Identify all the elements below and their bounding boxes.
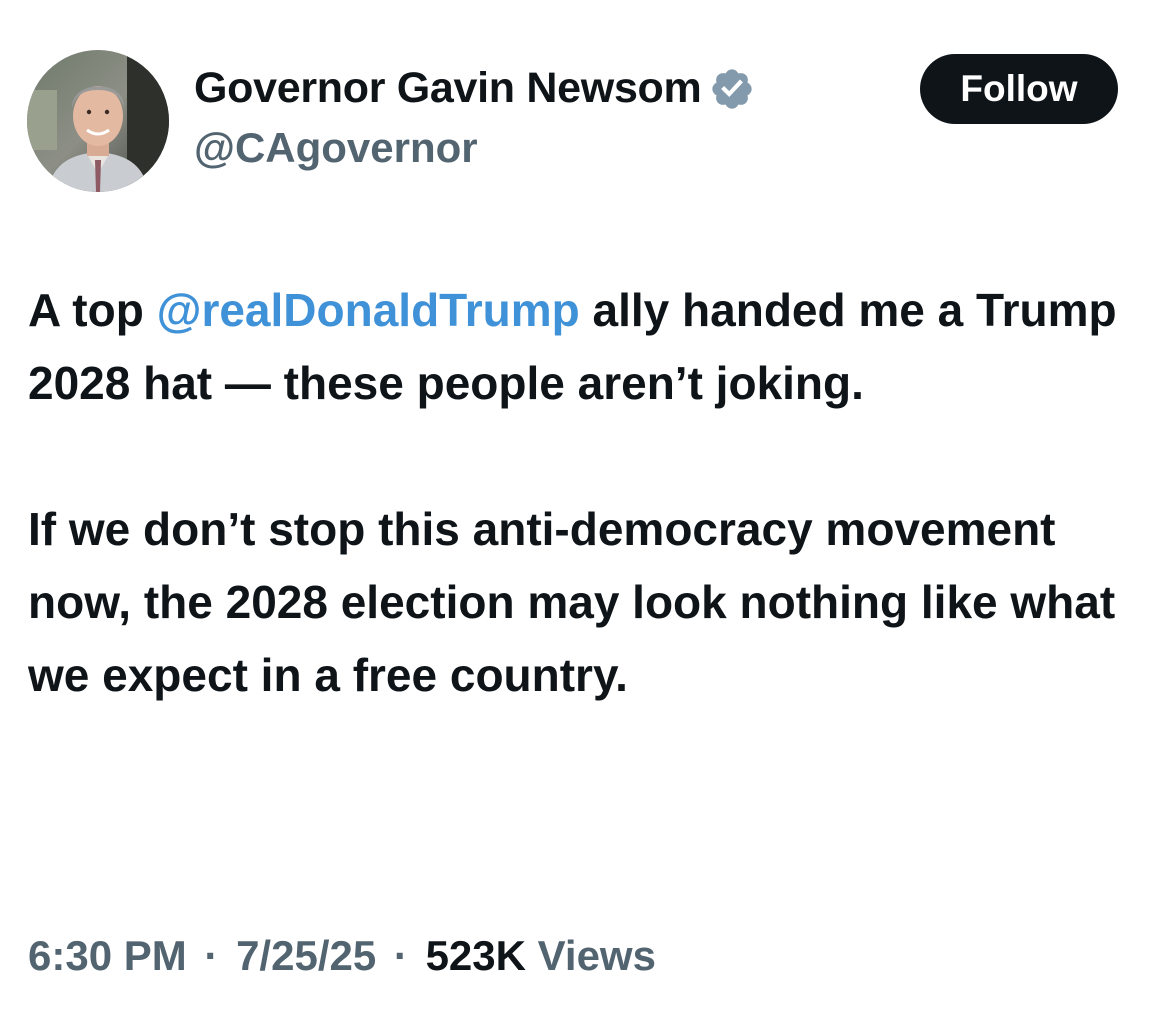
views-count: 523K — [425, 932, 526, 979]
tweet-text-segment: A top — [28, 284, 157, 336]
tweet-paragraph-2: If we don’t stop this anti-democracy mov… — [28, 503, 1116, 701]
tweet-card: Governor Gavin Newsom @CAgovernor Follow… — [0, 0, 1170, 1022]
author-handle[interactable]: @CAgovernor — [194, 124, 478, 172]
tweet-date[interactable]: 7/25/25 — [236, 932, 376, 979]
mention-link[interactable]: @realDonaldTrump — [157, 284, 580, 336]
tweet-meta: 6:30 PM · 7/25/25 · 523K Views — [28, 932, 656, 980]
verified-badge-icon[interactable] — [709, 66, 755, 112]
tweet-text: A top @realDonaldTrump ally handed me a … — [28, 274, 1153, 712]
author-display-name[interactable]: Governor Gavin Newsom — [194, 64, 702, 113]
follow-button[interactable]: Follow — [920, 54, 1118, 124]
tweet-paragraph-1: A top @realDonaldTrump ally handed me a … — [28, 274, 1153, 420]
avatar-photo — [27, 50, 169, 192]
avatar[interactable] — [27, 50, 169, 192]
author-name-row: Governor Gavin Newsom — [194, 64, 755, 113]
views-label: Views — [537, 932, 656, 979]
meta-separator: · — [393, 932, 408, 979]
meta-separator: · — [204, 932, 219, 979]
tweet-time[interactable]: 6:30 PM — [28, 932, 187, 979]
